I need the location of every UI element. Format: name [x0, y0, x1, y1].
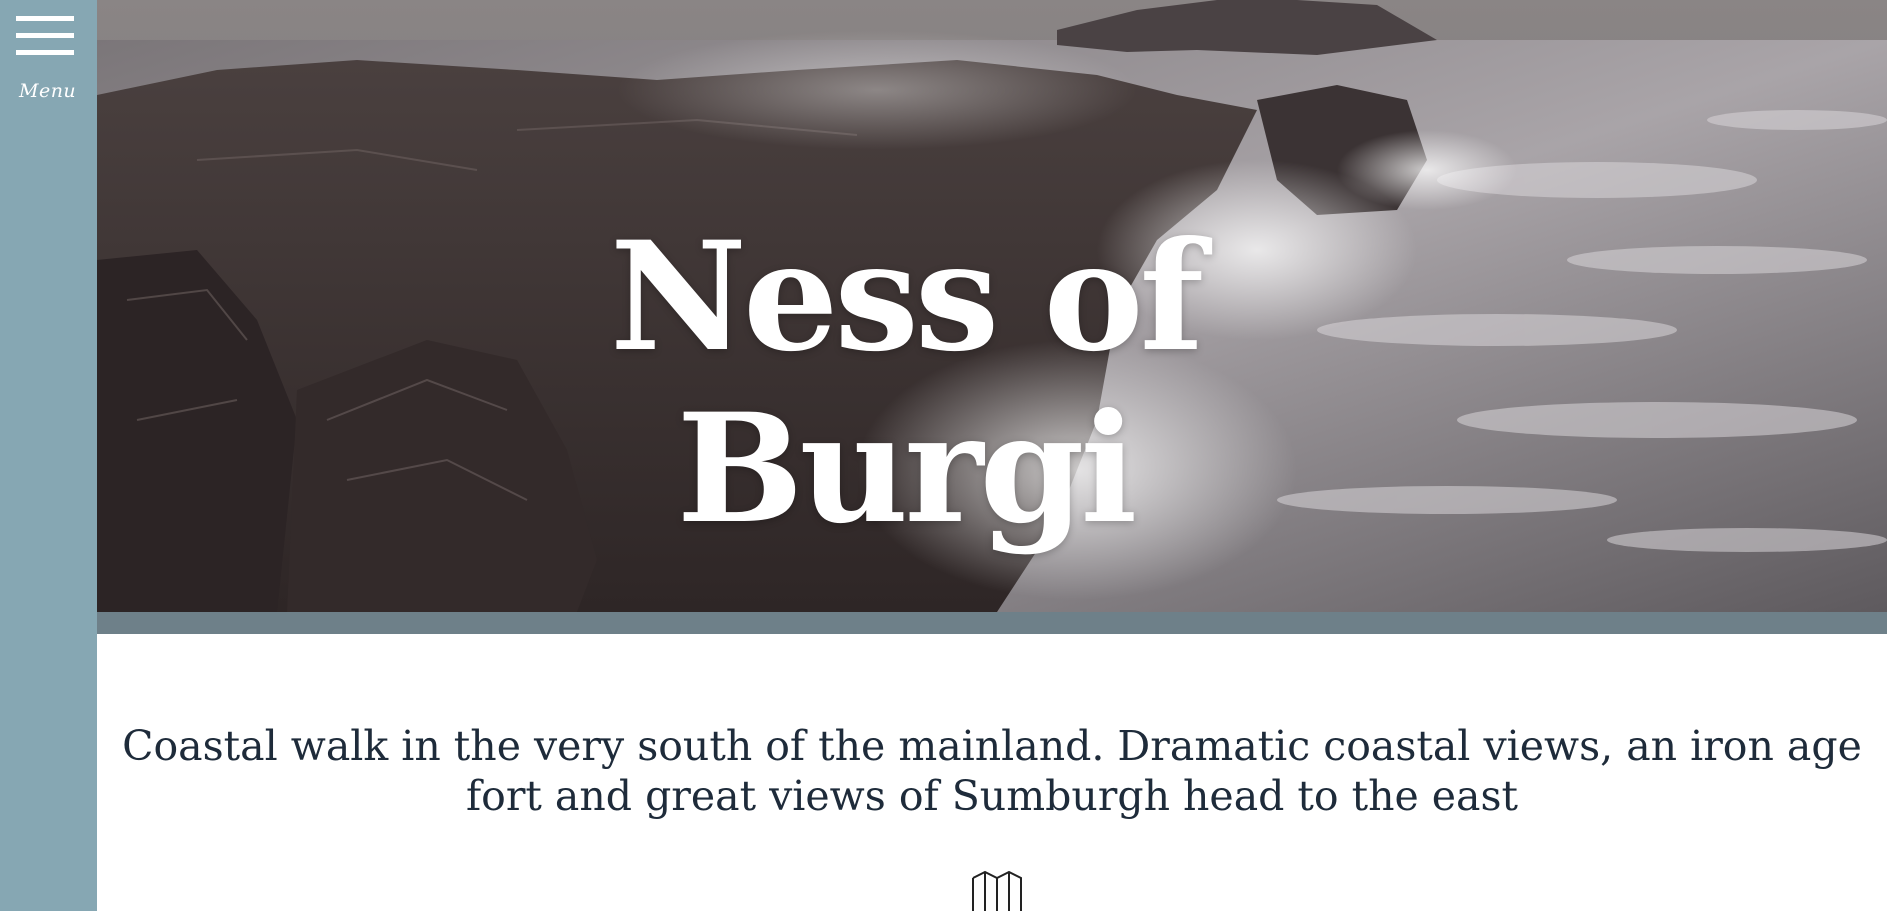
map-icon[interactable]	[971, 870, 1023, 911]
hamburger-icon	[16, 16, 74, 55]
page-title-line-1: Ness of	[609, 208, 1204, 385]
page-title-line-2: Burgi	[676, 380, 1138, 557]
page-title: Ness of Burgi	[97, 211, 1810, 555]
page: Menu Ness of Burgi Coastal walk in the v…	[0, 0, 1887, 911]
hero-divider-band	[97, 612, 1887, 634]
hero-banner: Ness of Burgi	[97, 0, 1887, 612]
sidebar: Menu	[0, 0, 97, 911]
menu-button[interactable]: Menu	[14, 14, 78, 102]
menu-label: Menu	[19, 80, 77, 102]
intro-text: Coastal walk in the very south of the ma…	[122, 722, 1862, 820]
